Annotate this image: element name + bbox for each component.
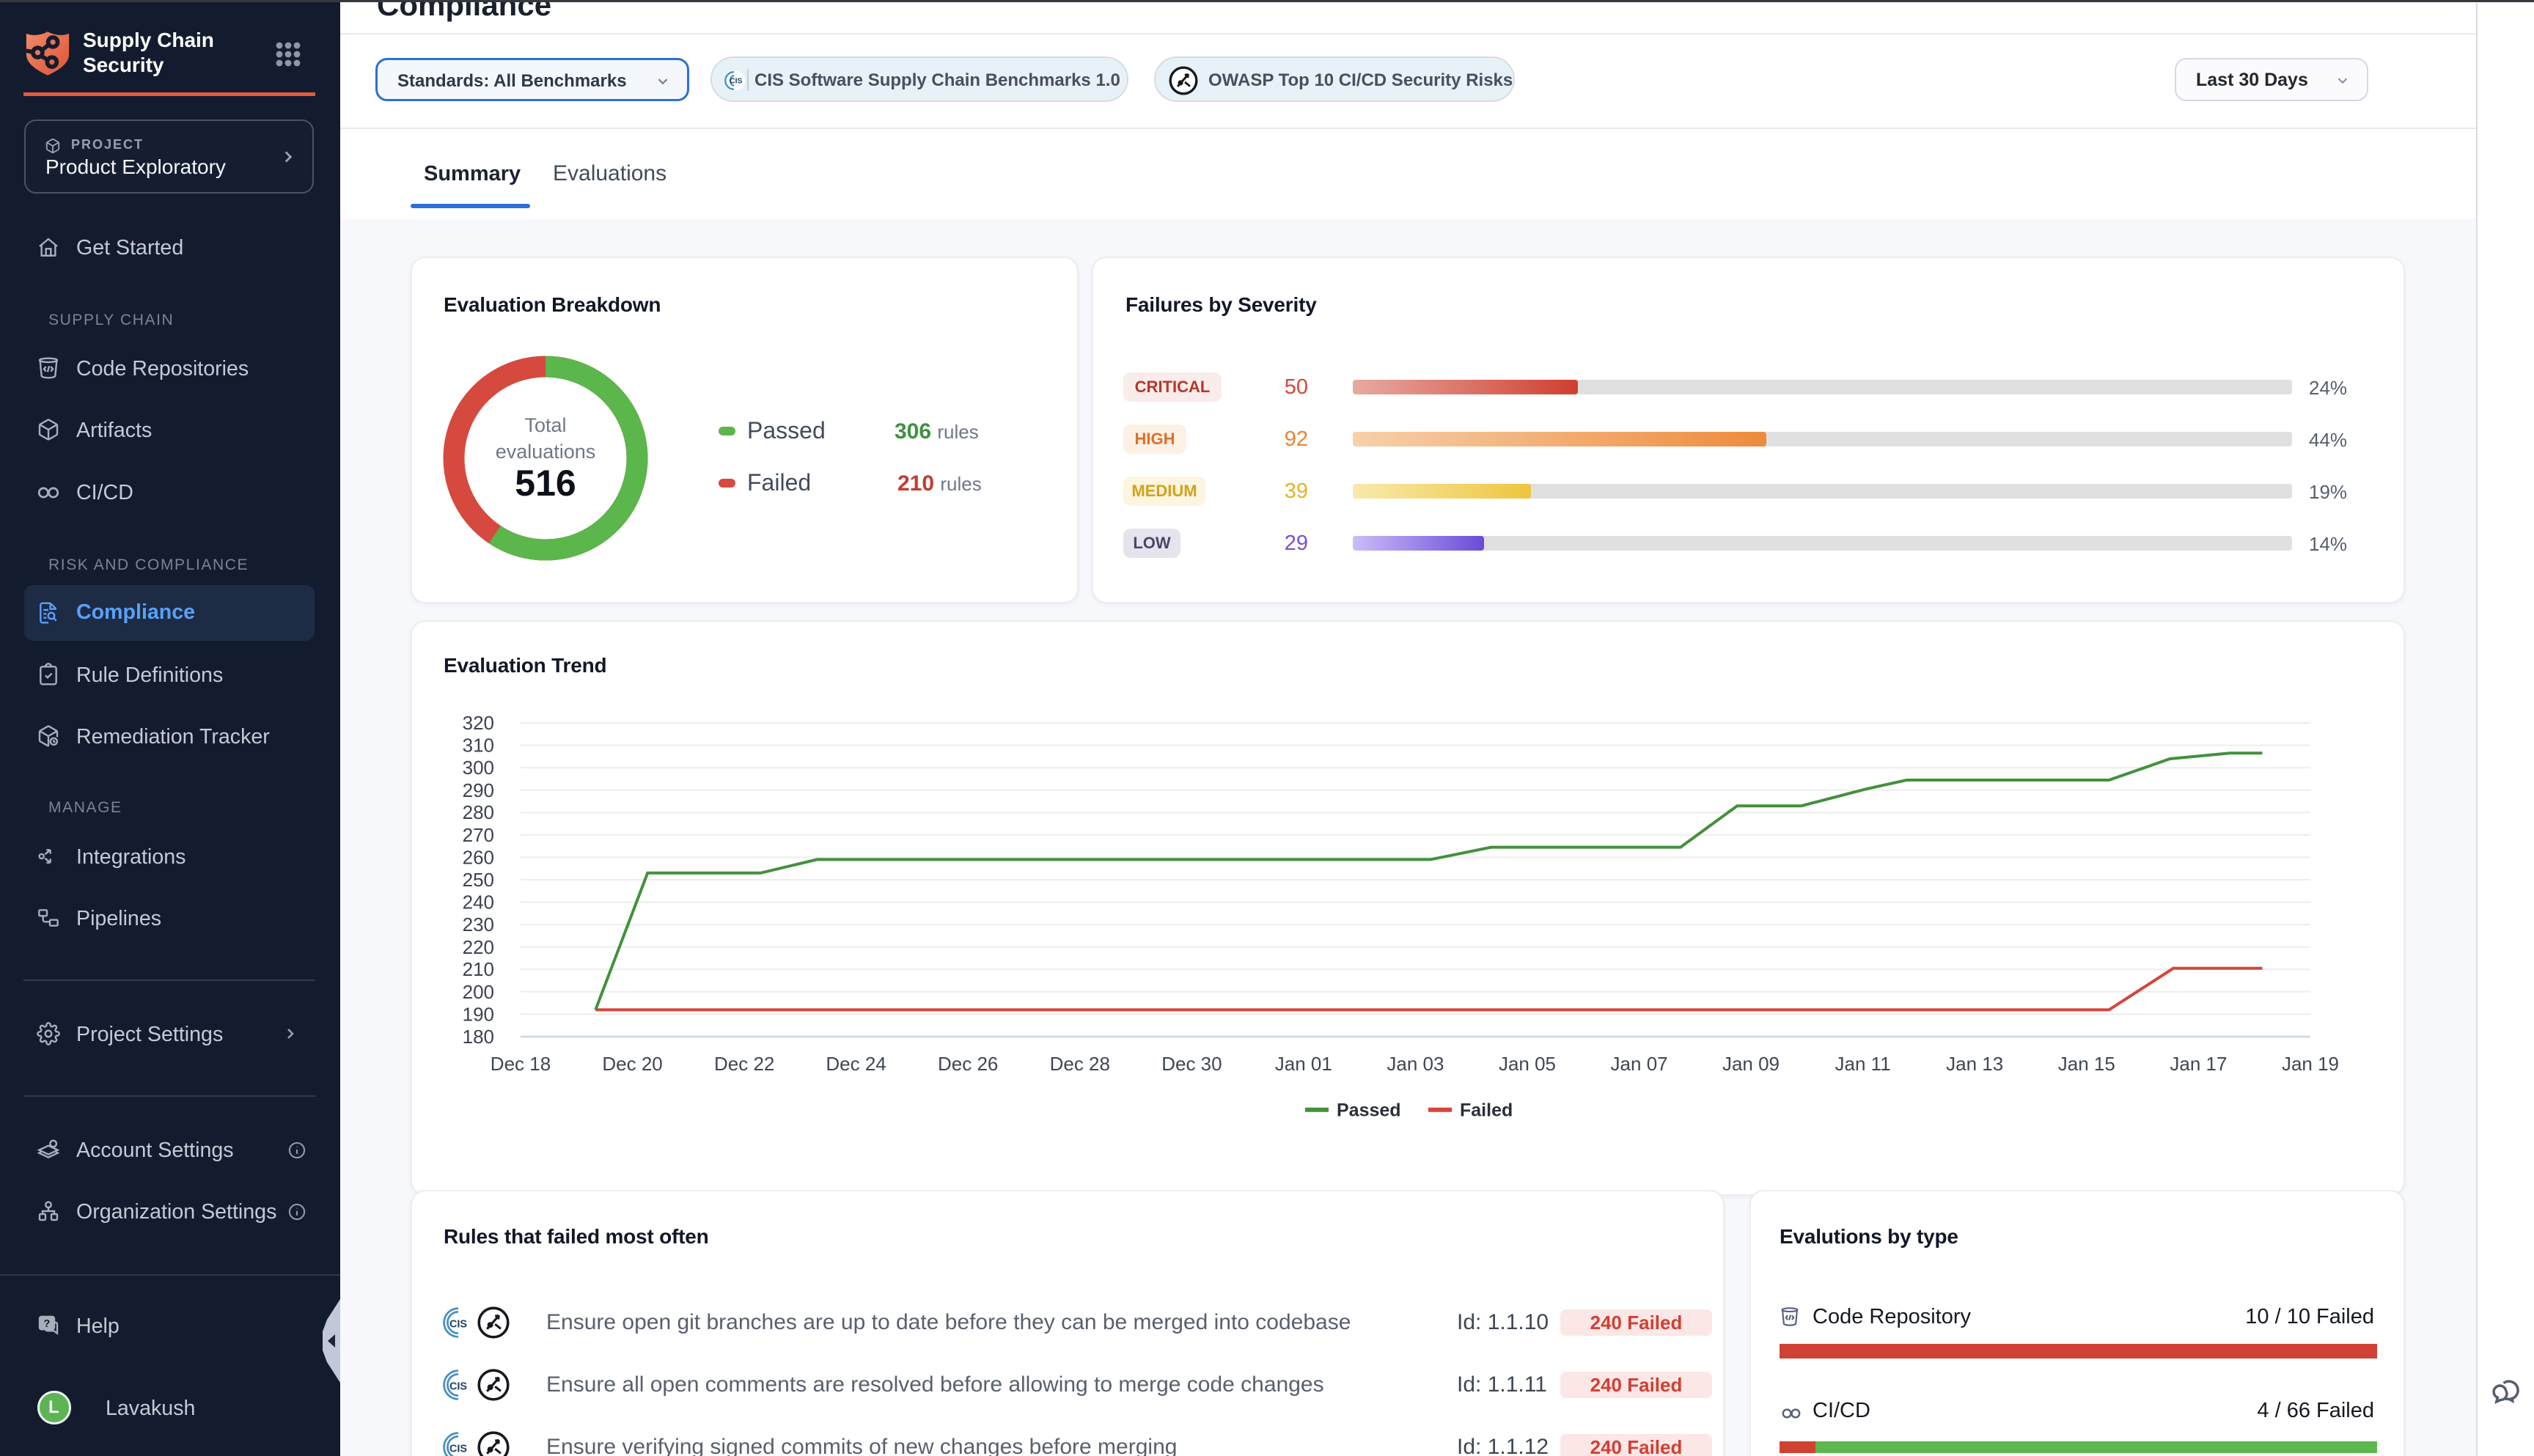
svg-text:Failed: Failed — [1460, 1100, 1513, 1121]
svg-text:210: 210 — [463, 958, 494, 980]
svg-text:Jan 01: Jan 01 — [1275, 1053, 1332, 1075]
svg-text:Jan 17: Jan 17 — [2170, 1053, 2227, 1075]
svg-text:Jan 15: Jan 15 — [2058, 1053, 2115, 1075]
svg-text:300: 300 — [463, 757, 494, 779]
svg-text:CIS: CIS — [449, 1443, 467, 1455]
svg-text:Jan 05: Jan 05 — [1499, 1053, 1556, 1075]
svg-text:260: 260 — [463, 846, 494, 868]
svg-text:Jan 13: Jan 13 — [1946, 1053, 2003, 1075]
svg-text:310: 310 — [463, 735, 494, 757]
svg-text:Jan 09: Jan 09 — [1722, 1053, 1780, 1075]
svg-text:220: 220 — [463, 936, 494, 958]
svg-text:180: 180 — [463, 1026, 494, 1048]
svg-text:270: 270 — [463, 824, 494, 846]
svg-text:Jan 19: Jan 19 — [2282, 1053, 2339, 1075]
svg-text:Jan 11: Jan 11 — [1835, 1053, 1891, 1075]
svg-text:Passed: Passed — [1337, 1100, 1401, 1121]
svg-text:290: 290 — [463, 779, 494, 801]
svg-text:?: ? — [43, 1318, 50, 1330]
svg-text:Jan 03: Jan 03 — [1387, 1053, 1444, 1075]
svg-text:Dec 28: Dec 28 — [1050, 1053, 1110, 1075]
svg-text:CIS: CIS — [730, 78, 742, 86]
svg-text:250: 250 — [463, 869, 494, 891]
svg-text:Dec 30: Dec 30 — [1161, 1053, 1222, 1075]
svg-text:200: 200 — [463, 981, 494, 1003]
svg-text:230: 230 — [463, 913, 494, 935]
svg-text:Dec 18: Dec 18 — [491, 1053, 551, 1075]
svg-text:280: 280 — [463, 801, 494, 823]
svg-text:240: 240 — [463, 891, 494, 913]
svg-text:Dec 20: Dec 20 — [602, 1053, 662, 1075]
svg-text:190: 190 — [463, 1003, 494, 1025]
svg-text:CIS: CIS — [449, 1318, 467, 1330]
svg-text:Dec 24: Dec 24 — [826, 1053, 886, 1075]
svg-text:CIS: CIS — [449, 1380, 467, 1392]
svg-text:Jan 07: Jan 07 — [1611, 1053, 1668, 1075]
svg-text:320: 320 — [463, 712, 494, 734]
svg-text:Dec 22: Dec 22 — [714, 1053, 774, 1075]
svg-text:Dec 26: Dec 26 — [938, 1053, 998, 1075]
